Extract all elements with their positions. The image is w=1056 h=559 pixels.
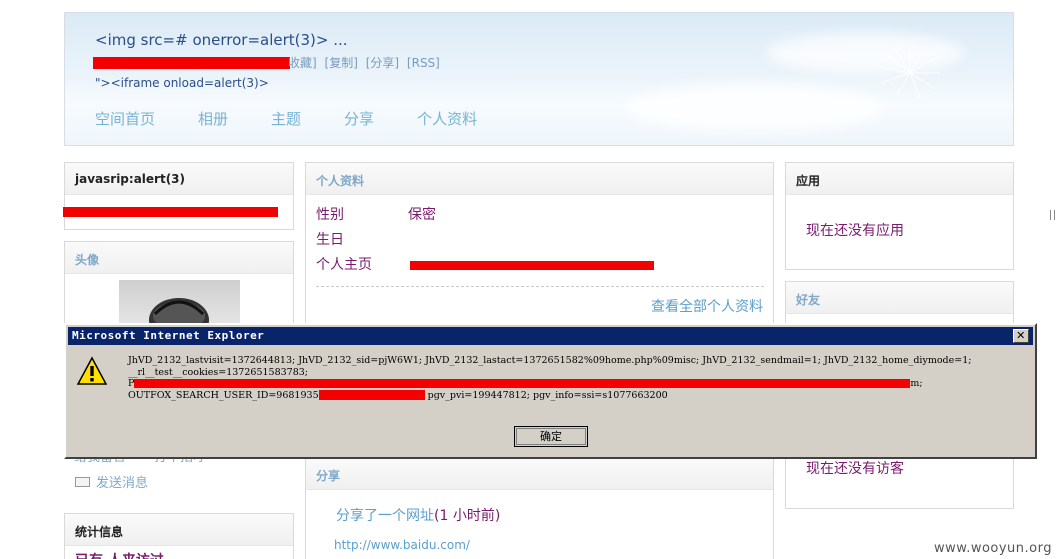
profile-row-gender: 性别 保密	[316, 207, 436, 223]
cookie-line-3: Pm;	[128, 378, 923, 389]
dialog-title-bar: Microsoft Internet Explorer ✕	[68, 327, 1033, 345]
copy-link[interactable]: [复制]	[325, 56, 358, 70]
nav-share[interactable]: 分享	[344, 108, 374, 129]
cloud-decoration	[625, 83, 885, 133]
space-header-banner: <img src=# onerror=alert(3)> ... 收藏] [复制…	[64, 12, 1014, 146]
nav-profile[interactable]: 个人资料	[417, 108, 477, 129]
envelope-icon	[75, 476, 90, 487]
nav-home[interactable]: 空间首页	[95, 108, 155, 129]
dialog-title: Microsoft Internet Explorer	[72, 329, 265, 342]
nav-topics[interactable]: 主题	[271, 108, 301, 129]
favorite-link[interactable]: 收藏]	[288, 56, 317, 70]
share-url-link[interactable]: http://www.baidu.com/	[334, 538, 470, 552]
stats-panel: 统计信息 已有 人来访过	[64, 513, 294, 559]
avatar-panel: 头像	[64, 241, 294, 342]
warning-icon	[76, 356, 108, 385]
cookie-line-4: OUTFOX_SEARCH_USER_ID=9681935 pgv_pvi=19…	[128, 389, 668, 401]
space-nav: 空间首页 相册 主题 分享 个人资料	[95, 108, 520, 129]
share-panel: 分享 分享了一个网址(1 小时前) http://www.baidu.com/	[305, 457, 774, 559]
stats-panel-title: 统计信息	[65, 514, 293, 546]
redaction-bar	[410, 261, 654, 270]
rss-link[interactable]: [RSS]	[407, 56, 440, 70]
space-description: "><iframe onload=alert(3)>	[95, 76, 269, 90]
share-item-time: (1 小时前)	[434, 508, 501, 524]
share-link[interactable]: [分享]	[366, 56, 399, 70]
stats-visitors: 已有 人来访过	[75, 550, 164, 559]
redaction-bar	[93, 57, 290, 69]
apps-panel: 应用 现在还没有应用	[785, 162, 1014, 270]
send-message-link[interactable]: 发送消息	[96, 472, 148, 491]
share-panel-title: 分享	[306, 458, 773, 490]
user-panel: javasrip:alert(3)	[63, 162, 294, 230]
alert-dialog: Microsoft Internet Explorer ✕ JhVD_2132_…	[64, 323, 1037, 459]
friends-panel-title: 好友	[786, 282, 1013, 314]
profile-panel: 个人资料 性别 保密 生日 个人主页 查看全部个人资料	[305, 162, 774, 332]
send-message-row[interactable]: 发送消息	[75, 472, 148, 491]
user-panel-title: javasrip:alert(3)	[65, 163, 293, 195]
visitors-empty-text: 现在还没有访客	[806, 461, 904, 477]
ok-button[interactable]: 确定	[514, 426, 588, 447]
cookie-line-2: __rl__test__cookies=1372651583783;	[128, 366, 308, 378]
cookie-line-1: JhVD_2132_lastvisit=1372644813; JhVD_213…	[128, 355, 972, 366]
space-title[interactable]: <img src=# onerror=alert(3)> ...	[95, 31, 348, 49]
view-all-profile-link[interactable]: 查看全部个人资料	[651, 296, 763, 316]
share-item-link[interactable]: 分享了一个网址	[336, 508, 434, 524]
scrollbar-grip[interactable]	[1050, 210, 1055, 220]
close-icon[interactable]: ✕	[1013, 329, 1029, 343]
header-links: 收藏] [复制] [分享] [RSS]	[288, 54, 444, 71]
redaction-bar	[134, 379, 911, 388]
share-item: 分享了一个网址(1 小时前)	[336, 505, 500, 525]
redaction-bar	[318, 390, 425, 400]
dandelion-seed-icon	[878, 46, 940, 99]
dialog-message: JhVD_2132_lastvisit=1372644813; JhVD_213…	[128, 355, 1028, 401]
watermark: www.wooyun.org	[933, 541, 1052, 556]
divider	[316, 286, 764, 287]
profile-row-birthday: 生日	[316, 232, 344, 248]
redaction-bar	[63, 207, 278, 217]
apps-empty-text: 现在还没有应用	[806, 223, 904, 239]
apps-panel-title: 应用	[786, 163, 1013, 195]
profile-panel-title: 个人资料	[306, 163, 773, 195]
avatar-panel-title: 头像	[65, 242, 293, 274]
nav-album[interactable]: 相册	[198, 108, 228, 129]
